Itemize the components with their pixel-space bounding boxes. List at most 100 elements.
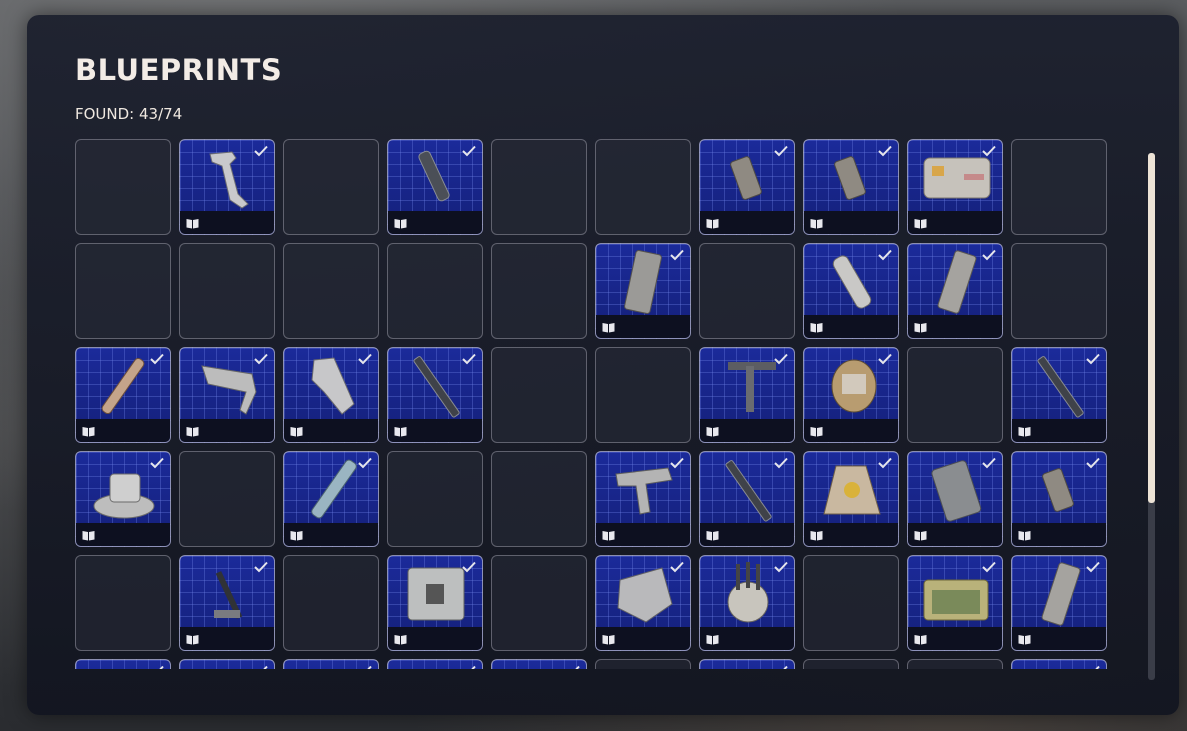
blueprint-slot-empty[interactable] — [387, 243, 483, 339]
blueprint-slot-armor[interactable] — [595, 555, 691, 651]
blueprint-slot-rifle[interactable] — [387, 347, 483, 443]
blueprint-slot-case[interactable] — [907, 139, 1003, 235]
blueprint-slot-empty[interactable] — [283, 139, 379, 235]
blueprint-slot-empty[interactable] — [179, 451, 275, 547]
checkmark-icon — [1086, 457, 1100, 469]
checkmark-icon — [774, 457, 788, 469]
blueprint-slot-empty[interactable] — [75, 139, 171, 235]
blueprint-slot-stock[interactable] — [283, 347, 379, 443]
blueprint-grid-viewport — [75, 139, 1115, 669]
blueprint-slot-muzzle[interactable] — [1011, 451, 1107, 547]
blueprint-slot-barrel[interactable] — [387, 139, 483, 235]
checkmark-icon — [263, 665, 268, 669]
blueprint-book-icon — [602, 531, 615, 541]
blueprint-slot-muzzle[interactable] — [803, 139, 899, 235]
blueprint-slot-plate[interactable] — [907, 451, 1003, 547]
slot-footer — [804, 419, 898, 442]
blueprint-slot-empty[interactable] — [283, 555, 379, 651]
blueprint-slot-empty[interactable] — [1011, 243, 1107, 339]
checkmark-icon — [878, 145, 892, 157]
checkmark-icon — [670, 249, 684, 261]
found-counter: FOUND: 43/74 — [75, 105, 183, 123]
blueprint-slot-empty[interactable] — [75, 555, 171, 651]
blueprint-slot-mag2[interactable] — [1011, 555, 1107, 651]
blueprint-slot-empty[interactable] — [179, 243, 275, 339]
blueprint-book-icon — [290, 531, 303, 541]
checkmark-icon — [150, 353, 164, 365]
blueprint-slot-found[interactable] — [75, 659, 171, 669]
slot-footer — [180, 419, 274, 442]
blueprint-slot-empty[interactable] — [699, 243, 795, 339]
checkmark-icon — [982, 561, 996, 573]
checkmark-icon — [159, 665, 164, 669]
blueprint-grid — [75, 139, 1107, 669]
blueprint-slot-ammo-box[interactable] — [387, 555, 483, 651]
blueprint-book-icon — [290, 427, 303, 437]
slot-footer — [596, 315, 690, 338]
blueprint-slot-muzzle[interactable] — [699, 139, 795, 235]
checkmark-icon — [1086, 561, 1100, 573]
blueprint-slot-empty[interactable] — [803, 659, 899, 669]
blueprint-book-icon — [186, 219, 199, 229]
slot-footer — [908, 627, 1002, 650]
blueprint-slot-tube[interactable] — [803, 243, 899, 339]
slot-footer — [908, 523, 1002, 546]
checkmark-icon — [254, 145, 268, 157]
blueprint-slot-tool[interactable] — [699, 347, 795, 443]
blueprint-slot-found[interactable] — [179, 659, 275, 669]
checkmark-icon — [462, 353, 476, 365]
blueprint-slot-empty[interactable] — [595, 139, 691, 235]
slot-footer — [700, 211, 794, 234]
slot-footer — [180, 627, 274, 650]
scrollbar-thumb[interactable] — [1148, 153, 1155, 503]
blueprint-slot-found[interactable] — [699, 659, 795, 669]
blueprint-book-icon — [82, 427, 95, 437]
slot-footer — [76, 419, 170, 442]
blueprint-slot-magazine[interactable] — [595, 243, 691, 339]
blueprint-slot-empty[interactable] — [491, 555, 587, 651]
blueprint-slot-briefcase[interactable] — [907, 555, 1003, 651]
blueprint-slot-found[interactable] — [1011, 659, 1107, 669]
slot-footer — [804, 211, 898, 234]
blueprint-slot-empty[interactable] — [907, 347, 1003, 443]
blueprint-slot-empty[interactable] — [491, 139, 587, 235]
blueprint-slot-empty[interactable] — [387, 451, 483, 547]
blueprint-slot-device[interactable] — [803, 347, 899, 443]
blueprint-slot-empty[interactable] — [491, 347, 587, 443]
blueprint-book-icon — [82, 531, 95, 541]
checkmark-icon — [982, 457, 996, 469]
blueprint-slot-pistol[interactable] — [595, 451, 691, 547]
slot-footer — [804, 315, 898, 338]
blueprint-slot-drone[interactable] — [699, 555, 795, 651]
blueprint-slot-handle[interactable] — [179, 347, 275, 443]
blueprint-slot-rifle[interactable] — [699, 451, 795, 547]
checkmark-icon — [982, 145, 996, 157]
blueprint-slot-found[interactable] — [283, 659, 379, 669]
blueprint-slot-empty[interactable] — [803, 555, 899, 651]
blueprint-slot-empty[interactable] — [491, 243, 587, 339]
blueprint-slot-empty[interactable] — [283, 243, 379, 339]
checkmark-icon — [878, 457, 892, 469]
slot-footer — [908, 211, 1002, 234]
blueprint-slot-rocket[interactable] — [75, 347, 171, 443]
blueprint-slot-empty[interactable] — [491, 451, 587, 547]
blueprint-slot-bag[interactable] — [803, 451, 899, 547]
checkmark-icon — [783, 665, 788, 669]
blueprint-book-icon — [810, 427, 823, 437]
blueprint-slot-empty[interactable] — [1011, 139, 1107, 235]
blueprint-slot-empty[interactable] — [595, 659, 691, 669]
blueprint-slot-hook[interactable] — [179, 139, 275, 235]
slot-footer — [1012, 419, 1106, 442]
blueprint-slot-empty[interactable] — [595, 347, 691, 443]
blueprint-slot-found[interactable] — [387, 659, 483, 669]
blueprint-slot-mag2[interactable] — [907, 243, 1003, 339]
blueprint-slot-empty[interactable] — [907, 659, 1003, 669]
blueprint-slot-found[interactable] — [491, 659, 587, 669]
blueprint-slot-rifle[interactable] — [1011, 347, 1107, 443]
scrollbar[interactable] — [1148, 153, 1155, 680]
blueprint-slot-empty[interactable] — [75, 243, 171, 339]
blueprint-slot-turret[interactable] — [75, 451, 171, 547]
blueprint-slot-syringe[interactable] — [283, 451, 379, 547]
blueprint-book-icon — [914, 219, 927, 229]
blueprint-slot-hammer[interactable] — [179, 555, 275, 651]
